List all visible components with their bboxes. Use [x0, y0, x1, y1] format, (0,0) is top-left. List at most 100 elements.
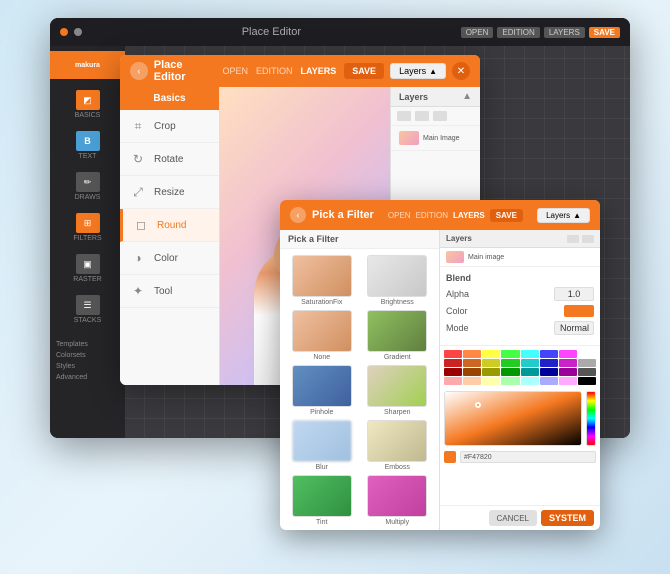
nav-open[interactable]: OPEN — [461, 27, 494, 38]
color-gradient-picker[interactable] — [444, 391, 582, 446]
basics-item-tool[interactable]: ✦ Tool — [120, 275, 219, 308]
nav-layers[interactable]: LAYERS — [544, 27, 585, 38]
color-swatch-lightmagenta[interactable] — [559, 377, 577, 385]
color-swatch-black[interactable] — [578, 377, 596, 385]
filter-confirm-btn[interactable]: SYSTEM — [541, 510, 594, 526]
pe-nav-open[interactable]: OPEN — [223, 66, 249, 76]
filter-cancel-btn[interactable]: CANCEL — [489, 510, 537, 526]
color-swatch-teal[interactable] — [521, 368, 539, 376]
layer-item-main[interactable]: Main Image — [391, 126, 480, 151]
basics-item-rotate[interactable]: ↻ Rotate — [120, 143, 219, 176]
fp-layer-tool-1[interactable] — [567, 235, 579, 243]
color-swatch-blue[interactable] — [540, 350, 558, 358]
fp-layers-btn[interactable]: Layers ▲ — [537, 208, 590, 223]
color-swatch-yellow[interactable] — [482, 350, 500, 358]
fp-nav-edition[interactable]: EDITION — [416, 211, 448, 220]
filter-thumb-sharpen[interactable]: Sharpen — [362, 365, 434, 416]
color-swatch-darkgreen[interactable] — [501, 359, 519, 367]
filter-label-blur: Blur — [316, 464, 328, 471]
nav-save[interactable]: SAVE — [589, 27, 620, 38]
sidebar-item-stacks[interactable]: ☰ STACKS — [50, 290, 125, 329]
sidebar-link-advanced[interactable]: Advanced — [56, 374, 119, 381]
sidebar-item-raster[interactable]: ▣ RASTER — [50, 249, 125, 288]
filter-thumb-tint[interactable]: Tint — [286, 475, 358, 526]
color-swatch-lightgreen[interactable] — [501, 377, 519, 385]
color-swatch-olive[interactable] — [482, 368, 500, 376]
color-swatch-lightyellow[interactable] — [482, 377, 500, 385]
blend-alpha-label: Alpha — [446, 289, 469, 299]
color-swatch-darkred2[interactable] — [444, 368, 462, 376]
basics-item-crop[interactable]: ⌗ Crop — [120, 110, 219, 143]
color-swatch-peach[interactable] — [463, 377, 481, 385]
sidebar-item-text[interactable]: B TEXT — [50, 126, 125, 165]
main-sidebar: makura ◩ BASICS B TEXT ✏ DRAWS — [50, 46, 125, 438]
color-swatch-gray[interactable] — [578, 359, 596, 367]
place-editor-back-btn[interactable]: ‹ — [130, 62, 148, 80]
color-swatch-orange[interactable] — [463, 350, 481, 358]
fp-layer-tool-2[interactable] — [582, 235, 594, 243]
color-swatch-darkred[interactable] — [444, 359, 462, 367]
filter-thumb-pinhole[interactable]: Pinhole — [286, 365, 358, 416]
filter-picker-body: Pick a Filter SaturationFix Brightness N… — [280, 230, 600, 530]
color-swatch-green[interactable] — [501, 350, 519, 358]
filter-thumb-multiply[interactable]: Multiply — [362, 475, 434, 526]
blend-section: Blend Alpha 1.0 Color Mode Normal — [440, 267, 600, 346]
pe-layers-btn[interactable]: Layers ▲ — [390, 63, 446, 79]
color-swatch-magenta[interactable] — [559, 350, 577, 358]
basics-item-resize[interactable]: ⤢ Resize — [120, 176, 219, 209]
color-swatch-purple[interactable] — [559, 368, 577, 376]
color-swatch-darkyellow[interactable] — [482, 359, 500, 367]
filter-thumb-brightness[interactable]: Brightness — [362, 255, 434, 306]
layers-tool-1[interactable] — [397, 111, 411, 121]
color-swatch-red[interactable] — [444, 350, 462, 358]
hex-input-row: #F47820 — [444, 451, 596, 463]
filter-picker-back-btn[interactable]: ‹ — [290, 207, 306, 223]
fp-nav-layers[interactable]: LAYERS — [453, 211, 485, 220]
basics-item-round[interactable]: ◻ Round — [120, 209, 219, 242]
nav-edition[interactable]: EDITION — [497, 27, 539, 38]
fp-nav-open[interactable]: OPEN — [388, 211, 411, 220]
blend-alpha-value[interactable]: 1.0 — [554, 287, 594, 301]
color-swatch-darkgreen2[interactable] — [501, 368, 519, 376]
color-swatch-white[interactable] — [578, 350, 596, 358]
filter-img-sharpen — [367, 365, 427, 407]
color-swatch-lightcyan[interactable] — [521, 377, 539, 385]
sidebar-item-draws[interactable]: ✏ DRAWS — [50, 167, 125, 206]
layers-collapse-icon[interactable]: ▲ — [462, 91, 472, 102]
color-swatch-cyan[interactable] — [521, 350, 539, 358]
blend-mode-value[interactable]: Normal — [554, 321, 594, 335]
place-editor-close-btn[interactable]: ✕ — [452, 62, 470, 80]
pe-save-btn[interactable]: SAVE — [344, 63, 384, 79]
color-swatch-darkgray[interactable] — [578, 368, 596, 376]
color-swatch-darkblue[interactable] — [540, 359, 558, 367]
fp-save-btn[interactable]: SAVE — [490, 209, 523, 222]
color-swatch-darkorange[interactable] — [463, 359, 481, 367]
color-swatch-brown[interactable] — [463, 368, 481, 376]
filter-thumb-none[interactable]: None — [286, 310, 358, 361]
filter-thumb-blur[interactable]: Blur — [286, 420, 358, 471]
color-swatch-lightred[interactable] — [444, 377, 462, 385]
filter-thumb-saturation[interactable]: SaturationFix — [286, 255, 358, 306]
pe-nav-edition[interactable]: EDITION — [256, 66, 293, 76]
blend-mode-row: Mode Normal — [446, 321, 594, 335]
sidebar-item-filters[interactable]: ⊞ FILTERS — [50, 208, 125, 247]
color-swatch-darkmagenta[interactable] — [559, 359, 577, 367]
hex-input[interactable]: #F47820 — [460, 451, 596, 463]
sidebar-link-templates[interactable]: Templates — [56, 341, 119, 348]
fp-layer-name: Main image — [468, 254, 504, 261]
filter-thumb-gradient[interactable]: Gradient — [362, 310, 434, 361]
sidebar-link-styles[interactable]: Styles — [56, 363, 119, 370]
layers-tool-3[interactable] — [433, 111, 447, 121]
color-swatch-darkcyan[interactable] — [521, 359, 539, 367]
color-swatch-navy[interactable] — [540, 368, 558, 376]
layers-tool-2[interactable] — [415, 111, 429, 121]
color-swatch-lightblue[interactable] — [540, 377, 558, 385]
filter-thumb-emboss[interactable]: Emboss — [362, 420, 434, 471]
basics-item-color[interactable]: ◑ Color — [120, 242, 219, 275]
hue-spectrum-bar[interactable] — [586, 391, 596, 446]
pe-nav-layers[interactable]: LAYERS — [301, 66, 337, 76]
sidebar-item-basics[interactable]: ◩ BASICS — [50, 85, 125, 124]
sidebar-link-colorsets[interactable]: Colorsets — [56, 352, 119, 359]
filter-label-pinhole: Pinhole — [310, 409, 333, 416]
blend-color-swatch[interactable] — [564, 305, 594, 317]
